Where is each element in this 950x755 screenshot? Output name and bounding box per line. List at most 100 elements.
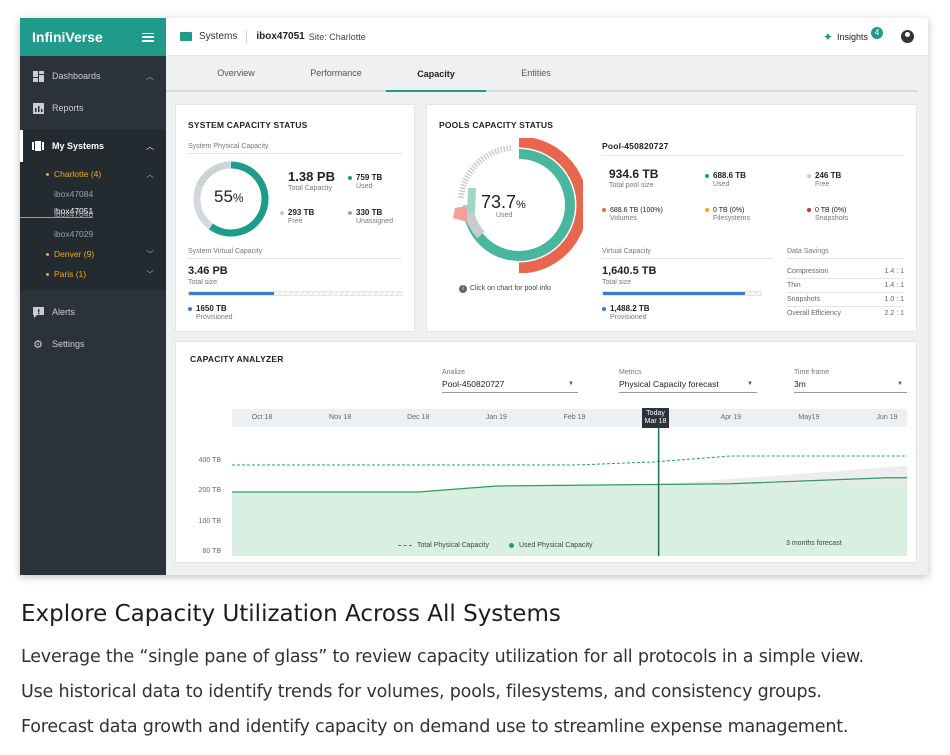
systems-icon: [32, 140, 44, 152]
site-dot: [46, 272, 49, 276]
provisioned-stat: 1650 TB Provisioned: [188, 304, 233, 321]
virtual-total-value: 3.46 PB: [188, 265, 228, 277]
app-window: InfiniVerse Dashboards ︿ Reports My Syst…: [20, 18, 928, 575]
system-item[interactable]: ibox47029: [20, 224, 166, 244]
brand-logo: InfiniVerse: [32, 29, 103, 45]
pool-free-stat: 246 TB Free: [807, 171, 841, 188]
system-capacity-percent: 55%: [214, 187, 244, 206]
total-capacity-value: 1.38 PB: [288, 169, 335, 184]
pool-virtual-total: 1,640.5 TB: [602, 265, 657, 277]
physical-capacity-label: System Physical Capacity: [188, 143, 269, 150]
legend-total: Total Physical Capacity: [398, 542, 489, 549]
tab-capacity[interactable]: Capacity: [386, 56, 486, 92]
chevron-down-icon[interactable]: ﹀: [146, 249, 154, 260]
body-line: Use historical data to identify trends f…: [21, 682, 822, 702]
site-list: Charlotte (4) ︿ ibox47084 ibox47051 ibox…: [20, 162, 166, 290]
virtual-capacity-bar: [188, 291, 402, 296]
dashboard-icon: [32, 70, 44, 82]
system-capacity-card: SYSTEM CAPACITY STATUS System Physical C…: [175, 104, 415, 332]
system-item[interactable]: ibox47040: [20, 204, 166, 224]
free-stat: 293 TB Free: [280, 208, 314, 225]
sidebar-item-label: Alerts: [52, 307, 76, 317]
savings-row-snapshots: Snapshots 1.0 : 1: [787, 296, 904, 307]
chevron-down-icon[interactable]: ﹀: [146, 269, 154, 280]
alert-icon: [32, 306, 44, 318]
breadcrumb-divider: [246, 30, 248, 43]
body-line: Forecast data growth and identify capaci…: [21, 717, 849, 737]
tab-entities[interactable]: Entities: [486, 55, 586, 91]
capacity-analyzer-card: CAPACITY ANALYZER Analize Pool-450820727…: [175, 341, 917, 563]
breadcrumb-system: ibox47051: [256, 31, 305, 42]
reports-icon: [32, 102, 44, 114]
sidebar-item-label: Reports: [52, 103, 84, 113]
pool-used-center-label: Used: [496, 212, 513, 219]
y-tick-label: 80 TB: [202, 548, 221, 555]
card-title: SYSTEM CAPACITY STATUS: [188, 120, 308, 130]
pool-used-percent: 73.7%: [481, 192, 526, 212]
headline: Explore Capacity Utilization Across All …: [21, 601, 561, 627]
pool-virtual-bar: [602, 291, 762, 296]
sidebar-item-settings[interactable]: ⚙ Settings: [20, 328, 166, 360]
chevron-up-icon[interactable]: ︿: [146, 71, 154, 82]
chevron-up-icon[interactable]: ︿: [146, 141, 154, 152]
virtual-capacity-label: System Virtual Capacity: [188, 248, 263, 255]
legend-used: Used Physical Capacity: [509, 542, 593, 549]
pool-snapshots-stat: 0 TB (0%) Snapshots: [807, 207, 848, 222]
pool-hint: i Click on chart for pool info: [459, 285, 551, 293]
capacity-chart[interactable]: [176, 342, 918, 564]
breadcrumb-site: Site: Charlotte: [308, 31, 366, 42]
pools-capacity-card: POOLS CAPACITY STATUS 73.7% Used i Click …: [426, 104, 917, 332]
savings-row-compression: Compression 1.4 : 1: [787, 268, 904, 279]
info-icon: i: [459, 285, 467, 293]
sidebar-item-label: Settings: [52, 339, 85, 349]
data-savings-label: Data Savings: [787, 248, 829, 255]
menu-icon[interactable]: [142, 32, 154, 42]
total-capacity-line: [232, 455, 907, 466]
pool-name: Pool-450820727: [602, 141, 669, 151]
system-item[interactable]: ibox47084: [20, 184, 166, 204]
sidebar-item-reports[interactable]: Reports: [20, 92, 166, 124]
sidebar: InfiniVerse Dashboards ︿ Reports My Syst…: [20, 18, 166, 575]
insights-button[interactable]: ✦ Insights 4: [822, 26, 883, 44]
sparkle-icon: ✦: [822, 29, 833, 44]
legend-dash-icon: [398, 545, 412, 546]
pool-total-value: 934.6 TB: [609, 167, 659, 181]
breadcrumb-systems[interactable]: Systems: [199, 31, 237, 42]
user-avatar-icon[interactable]: [901, 30, 914, 43]
gear-icon: ⚙: [33, 338, 43, 351]
y-tick-label: 400 TB: [198, 457, 221, 464]
savings-row-thin: Thin 1.4 : 1: [787, 282, 904, 293]
pool-used-stat: 688.6 TB Used: [705, 171, 746, 188]
pool-virtual-fill: [603, 292, 746, 295]
card-title: POOLS CAPACITY STATUS: [439, 120, 554, 130]
top-header: Systems ibox47051 Site: Charlotte ✦ Insi…: [166, 18, 928, 56]
legend-dot-icon: [509, 543, 514, 548]
site-label: Denver (9): [54, 249, 95, 259]
sidebar-item-my-systems[interactable]: My Systems ︿: [20, 130, 166, 162]
systems-icon: [180, 32, 192, 41]
pool-provisioned-stat: 1,488.2 TB Provisioned: [602, 304, 650, 321]
sidebar-item-label: Dashboards: [52, 71, 101, 81]
pool-virtual-label: Virtual Capacity: [602, 248, 651, 255]
used-stat: 759 TB Used: [348, 173, 382, 190]
savings-row-overall: Overall Efficiency 2.2 : 1: [787, 310, 904, 317]
total-capacity-label: Total Capacity: [288, 185, 332, 192]
site-dot: [46, 252, 49, 256]
virtual-total-label: Total size: [188, 279, 218, 286]
tab-overview[interactable]: Overview: [186, 55, 286, 91]
pool-virtual-total-label: Total size: [602, 279, 632, 286]
tab-performance[interactable]: Performance: [286, 55, 386, 91]
site-dot: [46, 172, 49, 176]
site-denver[interactable]: Denver (9) ﹀: [20, 244, 166, 264]
site-charlotte[interactable]: Charlotte (4) ︿: [20, 164, 166, 184]
sidebar-item-dashboards[interactable]: Dashboards ︿: [20, 60, 166, 92]
forecast-label: 3 months forecast: [786, 540, 842, 547]
chevron-up-icon[interactable]: ︿: [146, 169, 154, 180]
pool-volumes-stat: 688.6 TB (100%) Volumes: [602, 207, 663, 222]
body-line: Leverage the “single pane of glass” to r…: [21, 647, 864, 667]
sidebar-item-alerts[interactable]: Alerts: [20, 296, 166, 328]
y-tick-label: 200 TB: [198, 487, 221, 494]
site-paris[interactable]: Paris (1) ﹀: [20, 264, 166, 284]
insights-label: Insights: [836, 31, 868, 42]
sidebar-item-label: My Systems: [52, 141, 105, 151]
